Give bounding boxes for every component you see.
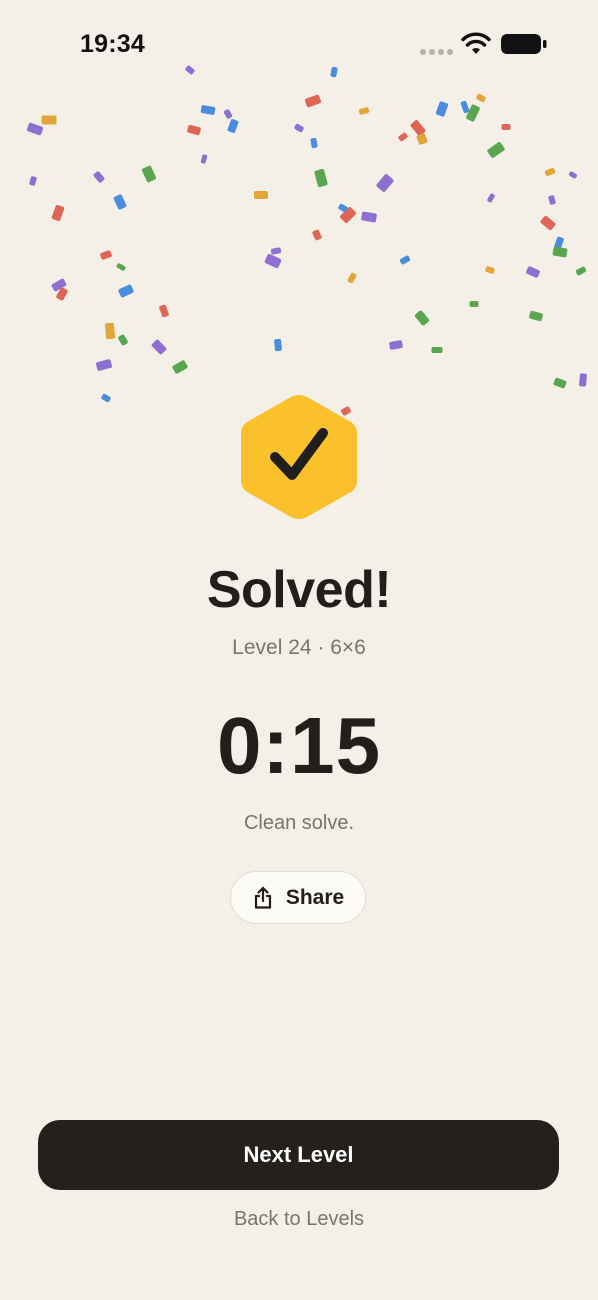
cellular-signal-icon: [420, 49, 453, 55]
share-label: Share: [285, 885, 345, 909]
confetti-piece: [118, 284, 134, 298]
confetti-piece: [314, 168, 328, 188]
confetti-piece: [41, 115, 57, 125]
confetti-piece: [569, 171, 577, 179]
confetti-piece: [339, 206, 357, 224]
confetti-piece: [416, 133, 428, 145]
result-title: Solved!: [206, 561, 392, 619]
confetti-piece: [200, 105, 216, 115]
confetti-piece: [172, 360, 188, 374]
confetti-piece: [431, 347, 443, 353]
confetti-piece: [544, 168, 556, 176]
confetti-piece: [554, 236, 564, 250]
confetti-piece: [101, 393, 111, 403]
confetti-piece: [116, 263, 126, 271]
confetti-piece: [227, 119, 239, 133]
confetti-piece: [553, 377, 567, 389]
checkmark-hexagon-icon: [241, 395, 357, 519]
confetti-piece: [118, 334, 128, 346]
confetti-piece: [485, 266, 495, 274]
confetti-piece: [579, 373, 587, 387]
confetti-piece: [529, 310, 543, 322]
confetti-piece: [466, 104, 480, 122]
confetti-piece: [96, 359, 112, 371]
confetti-piece: [501, 124, 511, 130]
confetti-piece: [151, 339, 167, 355]
status-time: 19:34: [80, 30, 145, 58]
confetti-piece: [540, 215, 556, 231]
confetti-piece: [264, 253, 282, 269]
solve-comment: Clean solve.: [243, 812, 355, 834]
confetti-piece: [410, 120, 426, 136]
confetti-piece: [487, 193, 495, 203]
confetti-piece: [223, 109, 233, 119]
confetti-piece: [310, 137, 318, 149]
confetti-piece: [100, 250, 112, 260]
confetti-piece: [26, 122, 44, 136]
confetti-piece: [113, 194, 127, 210]
confetti-piece: [187, 124, 201, 136]
level-info: Level 24 · 6×6: [232, 636, 366, 659]
wifi-icon: [461, 32, 491, 54]
confetti-piece: [312, 229, 322, 241]
confetti-piece: [93, 171, 105, 183]
confetti-piece: [526, 266, 540, 278]
confetti-piece: [358, 107, 370, 115]
confetti-piece: [548, 195, 556, 205]
solve-time: 0:15: [216, 701, 382, 790]
confetti-piece: [270, 247, 282, 255]
confetti-piece: [435, 101, 449, 117]
confetti-piece: [254, 191, 268, 199]
confetti-piece: [141, 165, 157, 183]
confetti-piece: [274, 338, 282, 352]
confetti-piece: [51, 278, 67, 292]
confetti-piece: [398, 132, 408, 142]
confetti-piece: [51, 204, 65, 222]
share-button[interactable]: Share: [230, 871, 366, 924]
confetti-piece: [389, 340, 403, 350]
confetti-piece: [476, 93, 486, 103]
confetti-piece: [200, 154, 208, 164]
confetti-piece: [56, 287, 68, 301]
status-bar: 19:34: [0, 0, 598, 88]
confetti-piece: [29, 176, 37, 186]
confetti-piece: [575, 266, 587, 276]
confetti-piece: [552, 246, 568, 258]
battery-icon: [501, 34, 547, 54]
confetti-piece: [469, 301, 479, 307]
confetti-piece: [361, 211, 377, 223]
confetti-piece: [347, 272, 357, 284]
confetti-piece: [414, 310, 430, 326]
confetti-piece: [399, 255, 411, 265]
confetti-piece: [104, 322, 116, 340]
share-icon: [254, 886, 271, 909]
back-to-levels-link[interactable]: Back to Levels: [0, 1208, 598, 1231]
confetti-piece: [304, 94, 322, 108]
confetti-piece: [487, 142, 505, 158]
confetti-piece: [159, 304, 169, 318]
confetti-piece: [460, 100, 470, 114]
confetti-piece: [294, 123, 304, 133]
next-level-button[interactable]: Next Level: [38, 1120, 559, 1190]
confetti-piece: [338, 203, 348, 213]
confetti-piece: [376, 174, 394, 192]
